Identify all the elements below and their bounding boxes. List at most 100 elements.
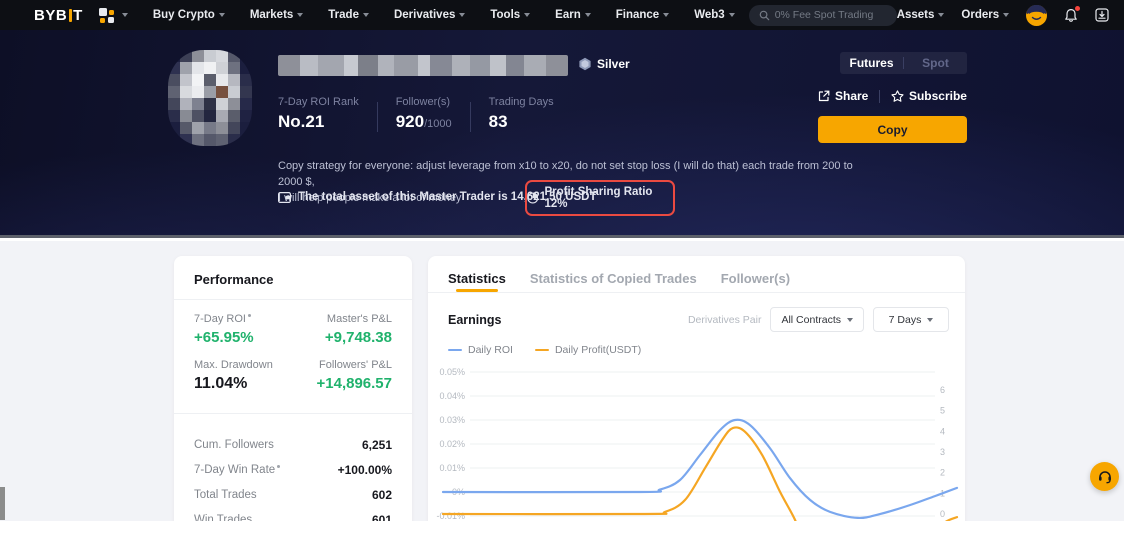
search-input[interactable]: 0% Fee Spot Trading bbox=[749, 5, 897, 26]
customer-support-button[interactable] bbox=[1090, 462, 1119, 491]
chevron-down-icon bbox=[927, 318, 933, 322]
headset-icon bbox=[1097, 469, 1113, 485]
nav-item-trade[interactable]: Trade bbox=[328, 9, 369, 21]
wallet-icon bbox=[278, 192, 291, 203]
legend-swatch-orange bbox=[535, 349, 549, 352]
metric-max-drawdown: Max. Drawdown 11.04% bbox=[194, 359, 274, 393]
svg-text:0.03%: 0.03% bbox=[439, 415, 465, 425]
period-dropdown[interactable]: 7 Days bbox=[873, 307, 949, 332]
nav-item-assets[interactable]: Assets bbox=[897, 9, 945, 21]
performance-card: Performance 7-Day ROI +65.95% Master's P… bbox=[174, 256, 412, 546]
user-avatar[interactable] bbox=[1026, 5, 1047, 26]
notification-badge bbox=[1075, 6, 1080, 11]
toggle-spot[interactable]: Spot bbox=[904, 56, 967, 70]
chevron-down-icon bbox=[663, 13, 669, 17]
metric-masters-pnl: Master's P&L +9,748.38 bbox=[325, 313, 392, 346]
row-cum-followers: Cum. Followers 6,251 bbox=[194, 432, 392, 457]
tab-copied-trades[interactable]: Statistics of Copied Trades bbox=[530, 271, 697, 292]
tab-statistics[interactable]: Statistics bbox=[448, 271, 506, 292]
divider bbox=[174, 299, 412, 300]
chevron-down-icon bbox=[938, 13, 944, 17]
page: BYBT Buy Crypto Markets Trade Derivative… bbox=[0, 0, 1124, 553]
info-dot-icon[interactable] bbox=[248, 314, 251, 317]
earnings-title: Earnings bbox=[448, 313, 502, 327]
metric-7day-roi: 7-Day ROI +65.95% bbox=[194, 313, 254, 346]
svg-text:2: 2 bbox=[940, 468, 945, 478]
bybit-logo[interactable]: BYBT bbox=[34, 7, 83, 24]
share-button[interactable]: Share bbox=[818, 89, 868, 103]
search-placeholder: 0% Fee Spot Trading bbox=[775, 9, 874, 21]
copy-button[interactable]: Copy bbox=[818, 116, 967, 143]
info-dot-icon[interactable] bbox=[277, 465, 280, 468]
earnings-chart[interactable]: 0.05%0.04%0.03%0.02%0.01%0%-0.01%6543210 bbox=[428, 364, 965, 521]
pie-chart-icon bbox=[527, 192, 538, 204]
daily-roi-line bbox=[443, 420, 957, 518]
nav-item-finance[interactable]: Finance bbox=[616, 9, 669, 21]
statistics-tabs: Statistics Statistics of Copied Trades F… bbox=[428, 256, 965, 293]
viewport-bottom-strip bbox=[0, 521, 1124, 553]
header-stats: 7-Day ROI Rank No.21 Follower(s) 920/100… bbox=[278, 96, 554, 132]
earnings-chart-svg: 0.05%0.04%0.03%0.02%0.01%0%-0.01%6543210 bbox=[428, 364, 965, 521]
row-total-trades: Total Trades 602 bbox=[194, 482, 392, 507]
stat-trading-days: Trading Days 83 bbox=[489, 96, 554, 132]
nav-right-cluster: Assets Orders bbox=[897, 5, 1124, 26]
nav-item-buy-crypto[interactable]: Buy Crypto bbox=[153, 9, 225, 21]
divider bbox=[377, 102, 378, 132]
svg-text:-0.01%: -0.01% bbox=[436, 511, 465, 521]
svg-text:0.05%: 0.05% bbox=[439, 367, 465, 377]
earnings-header: Earnings Derivatives Pair All Contracts … bbox=[428, 293, 965, 332]
scrollbar-fragment[interactable] bbox=[0, 487, 5, 520]
search-icon bbox=[759, 10, 770, 21]
profit-sharing-highlight-box: Profit Sharing Ratio 12% bbox=[525, 180, 675, 216]
svg-text:0.04%: 0.04% bbox=[439, 391, 465, 401]
divider bbox=[879, 90, 880, 103]
profit-sharing-text: Profit Sharing Ratio 12% bbox=[544, 186, 673, 210]
apps-menu[interactable] bbox=[99, 8, 128, 23]
chevron-down-icon bbox=[847, 318, 853, 322]
divider bbox=[470, 102, 471, 132]
trader-avatar-blurred bbox=[168, 50, 252, 146]
logo-orange-i bbox=[69, 9, 72, 22]
chevron-down-icon bbox=[524, 13, 530, 17]
nav-item-tools[interactable]: Tools bbox=[490, 9, 530, 21]
chevron-down-icon bbox=[297, 13, 303, 17]
toggle-futures[interactable]: Futures bbox=[840, 56, 903, 70]
nav-item-earn[interactable]: Earn bbox=[555, 9, 591, 21]
avatar-icon bbox=[1026, 5, 1047, 26]
subscribe-button[interactable]: Subscribe bbox=[891, 89, 967, 103]
download-icon bbox=[1095, 8, 1109, 22]
notifications-button[interactable] bbox=[1064, 8, 1078, 23]
logo-text-left: BYB bbox=[34, 7, 67, 24]
contracts-dropdown[interactable]: All Contracts bbox=[770, 307, 864, 332]
nav-item-markets[interactable]: Markets bbox=[250, 9, 303, 21]
chevron-down-icon bbox=[122, 13, 128, 17]
tier-badge-label: Silver bbox=[597, 57, 630, 71]
stat-roi-rank: 7-Day ROI Rank No.21 bbox=[278, 96, 359, 132]
star-icon bbox=[891, 90, 904, 102]
svg-text:0.02%: 0.02% bbox=[439, 439, 465, 449]
svg-text:4: 4 bbox=[940, 426, 945, 436]
tab-followers[interactable]: Follower(s) bbox=[721, 271, 790, 292]
nav-item-web3[interactable]: Web3 bbox=[694, 9, 734, 21]
nav-item-derivatives[interactable]: Derivatives bbox=[394, 9, 465, 21]
chart-legend: Daily ROI Daily Profit(USDT) bbox=[428, 332, 965, 356]
daily-profit-line bbox=[443, 427, 957, 521]
svg-text:6: 6 bbox=[940, 385, 945, 395]
download-app-button[interactable] bbox=[1095, 8, 1109, 22]
svg-text:3: 3 bbox=[940, 447, 945, 457]
stat-followers: Follower(s) 920/1000 bbox=[396, 96, 452, 132]
statistics-card: Statistics Statistics of Copied Trades F… bbox=[428, 256, 965, 546]
legend-daily-roi: Daily ROI bbox=[448, 344, 513, 356]
trader-name-blurred bbox=[278, 55, 568, 76]
performance-title: Performance bbox=[194, 256, 392, 299]
nav-item-orders[interactable]: Orders bbox=[961, 9, 1009, 21]
performance-list: Cum. Followers 6,251 7-Day Win Rate +100… bbox=[194, 432, 392, 532]
futures-spot-toggle: Futures Spot bbox=[840, 52, 967, 74]
chevron-down-icon bbox=[729, 13, 735, 17]
chevron-down-icon bbox=[219, 13, 225, 17]
silver-gem-icon bbox=[578, 57, 592, 71]
svg-text:0.01%: 0.01% bbox=[439, 463, 465, 473]
chevron-down-icon bbox=[1003, 13, 1009, 17]
chevron-down-icon bbox=[459, 13, 465, 17]
derivatives-pair-label: Derivatives Pair bbox=[688, 314, 762, 326]
